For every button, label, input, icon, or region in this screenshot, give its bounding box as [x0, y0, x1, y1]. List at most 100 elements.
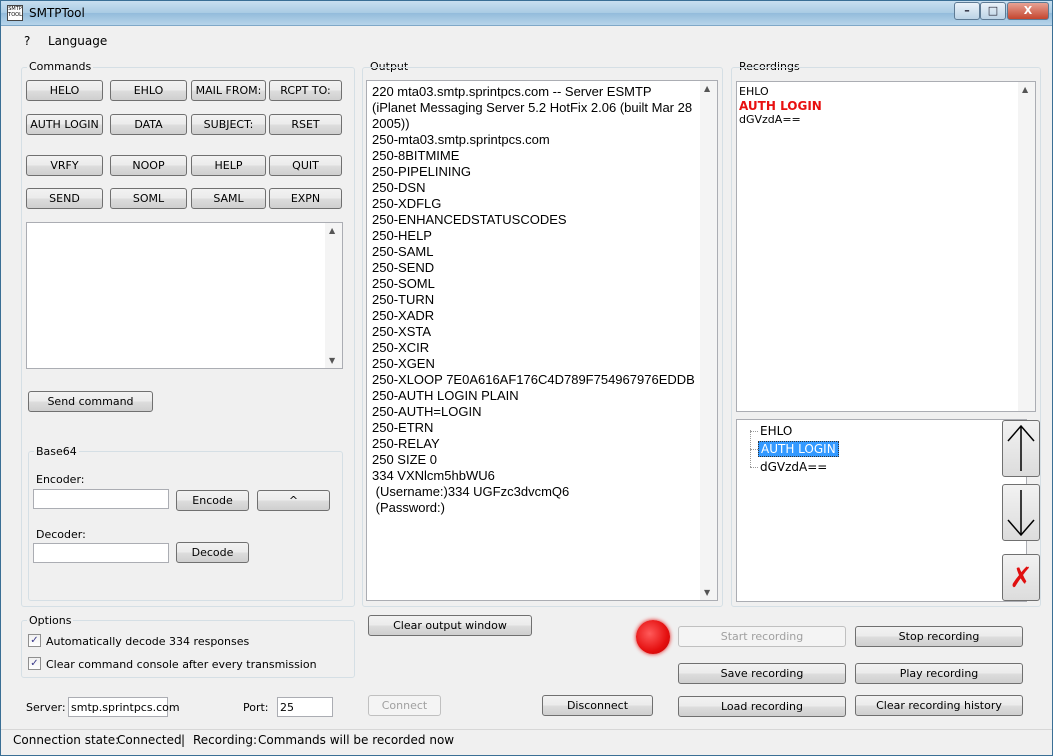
- scroll-up-icon[interactable]: ▲: [329, 226, 335, 235]
- minimize-button[interactable]: –: [954, 2, 980, 20]
- output-line: 250-XCIR: [372, 340, 430, 355]
- cmd-rset-button[interactable]: RSET: [269, 114, 342, 135]
- console-scrollbar[interactable]: ▲ ▼: [325, 223, 342, 368]
- output-line: 250-XADR: [372, 308, 435, 323]
- output-line: 250-XGEN: [372, 356, 435, 371]
- tree-item-selected[interactable]: AUTH LOGIN: [758, 441, 839, 457]
- move-down-button[interactable]: [1002, 484, 1040, 541]
- output-line: (Password:): [372, 500, 445, 515]
- auto-decode-checkbox[interactable]: ✓: [28, 634, 41, 647]
- main-window: SMTP TOOL SMTPTool – □ X ? Language Comm…: [0, 0, 1053, 756]
- server-input[interactable]: smtp.sprintpcs.com: [68, 697, 180, 717]
- red-x-icon: ✗: [1009, 561, 1033, 594]
- output-window[interactable]: 220 mta03.smtp.sprintpcs.com -- Server E…: [366, 80, 718, 601]
- scroll-up-icon[interactable]: ▲: [1022, 85, 1028, 94]
- app-icon: SMTP TOOL: [7, 5, 23, 21]
- scroll-down-icon[interactable]: ▼: [329, 356, 335, 365]
- title-bar[interactable]: SMTP TOOL SMTPTool – □ X: [1, 1, 1052, 26]
- cmd-subject-button[interactable]: SUBJECT:: [191, 114, 266, 135]
- play-recording-button[interactable]: Play recording: [855, 663, 1023, 684]
- send-command-button[interactable]: Send command: [28, 391, 153, 412]
- delete-recording-button[interactable]: ✗: [1002, 554, 1040, 601]
- cmd-data-button[interactable]: DATA: [110, 114, 187, 135]
- scroll-up-icon[interactable]: ▲: [704, 84, 710, 93]
- move-up-button[interactable]: [1002, 420, 1040, 477]
- tree-connector: [750, 467, 758, 468]
- cmd-auth-login-button[interactable]: AUTH LOGIN: [26, 114, 103, 135]
- up-arrow-icon: [1007, 424, 1035, 471]
- output-line: 250-PIPELINING: [372, 164, 471, 179]
- menu-help[interactable]: ?: [24, 34, 30, 48]
- connect-button[interactable]: Connect: [368, 695, 441, 716]
- stop-recording-button[interactable]: Stop recording: [855, 626, 1023, 647]
- cmd-ehlo-button[interactable]: EHLO: [110, 80, 187, 101]
- recordings-tree[interactable]: EHLO AUTH LOGIN dGVzdA==: [736, 419, 1027, 602]
- output-line: 250-mta03.smtp.sprintpcs.com: [372, 132, 550, 147]
- decode-button[interactable]: Decode: [176, 542, 249, 563]
- connection-state-value: Connected: [117, 733, 182, 747]
- load-recording-button[interactable]: Load recording: [678, 696, 846, 717]
- output-line: 250-TURN: [372, 292, 435, 307]
- port-label: Port:: [243, 701, 269, 714]
- output-line: 250-DSN: [372, 180, 426, 195]
- cmd-saml-button[interactable]: SAML: [191, 188, 266, 209]
- cmd-vrfy-button[interactable]: VRFY: [26, 155, 103, 176]
- down-arrow-icon: [1007, 490, 1035, 537]
- clear-output-button[interactable]: Clear output window: [368, 615, 532, 636]
- port-input[interactable]: 25: [277, 697, 333, 717]
- cmd-send-button[interactable]: SEND: [26, 188, 103, 209]
- swap-button[interactable]: ^: [257, 490, 330, 511]
- clear-console-label[interactable]: Clear command console after every transm…: [46, 658, 317, 671]
- status-separator: |: [181, 733, 186, 747]
- tree-item[interactable]: dGVzdA==: [760, 460, 827, 474]
- options-label: Options: [27, 614, 74, 627]
- clear-console-checkbox[interactable]: ✓: [28, 657, 41, 670]
- output-text: 220 mta03.smtp.sprintpcs.com -- Server E…: [372, 84, 695, 516]
- cmd-noop-button[interactable]: NOOP: [110, 155, 187, 176]
- close-button[interactable]: X: [1007, 2, 1049, 20]
- clear-recording-history-button[interactable]: Clear recording history: [855, 695, 1023, 716]
- recording-indicator: [636, 620, 670, 654]
- output-line: 250-ETRN: [372, 420, 434, 435]
- start-recording-button[interactable]: Start recording: [678, 626, 846, 647]
- recordings-text[interactable]: EHLO AUTH LOGIN dGVzdA== ▲: [736, 81, 1036, 412]
- maximize-button[interactable]: □: [980, 2, 1006, 20]
- encoder-input[interactable]: [33, 489, 169, 509]
- save-recording-button[interactable]: Save recording: [678, 663, 846, 684]
- command-console[interactable]: ▲ ▼: [26, 222, 343, 369]
- cmd-rcpt-to-button[interactable]: RCPT TO:: [269, 80, 342, 101]
- output-line: 2005)): [372, 116, 410, 131]
- encode-button[interactable]: Encode: [176, 490, 249, 511]
- output-scrollbar[interactable]: ▲ ▼: [700, 81, 717, 600]
- disconnect-button[interactable]: Disconnect: [542, 695, 653, 716]
- recordings-scrollbar[interactable]: ▲: [1018, 82, 1035, 411]
- output-line: 250-SOML: [372, 276, 435, 291]
- auto-decode-label[interactable]: Automatically decode 334 responses: [46, 635, 249, 648]
- commands-label: Commands: [27, 60, 94, 73]
- output-line: 250-HELP: [372, 228, 432, 243]
- output-line: 250-SAML: [372, 244, 434, 259]
- output-line: 250-RELAY: [372, 436, 440, 451]
- cmd-expn-button[interactable]: EXPN: [269, 188, 342, 209]
- decoder-input[interactable]: [33, 543, 169, 563]
- scroll-down-icon[interactable]: ▼: [704, 588, 710, 597]
- tree-item[interactable]: EHLO: [760, 424, 792, 438]
- output-line: 250-AUTH=LOGIN: [372, 404, 482, 419]
- cmd-helo-button[interactable]: HELO: [26, 80, 103, 101]
- output-line: 334 VXNlcm5hbWU6: [372, 468, 495, 483]
- window-title: SMTPTool: [29, 6, 85, 20]
- output-line: 250-AUTH LOGIN PLAIN: [372, 388, 519, 403]
- output-line: 250-ENHANCEDSTATUSCODES: [372, 212, 567, 227]
- output-line: 250-XLOOP 7E0A616AF176C4D789F754967976ED…: [372, 372, 695, 387]
- menu-language[interactable]: Language: [48, 34, 107, 48]
- cmd-mail-from-button[interactable]: MAIL FROM:: [191, 80, 266, 101]
- decoder-label: Decoder:: [36, 528, 86, 541]
- cmd-help-button[interactable]: HELP: [191, 155, 266, 176]
- output-line: 250-XSTA: [372, 324, 432, 339]
- cmd-quit-button[interactable]: QUIT: [269, 155, 342, 176]
- tree-connector: [750, 449, 758, 450]
- output-line: 220 mta03.smtp.sprintpcs.com -- Server E…: [372, 84, 652, 99]
- recording-state-label: Recording:: [193, 733, 258, 747]
- recording-line-highlighted: AUTH LOGIN: [739, 99, 822, 113]
- cmd-soml-button[interactable]: SOML: [110, 188, 187, 209]
